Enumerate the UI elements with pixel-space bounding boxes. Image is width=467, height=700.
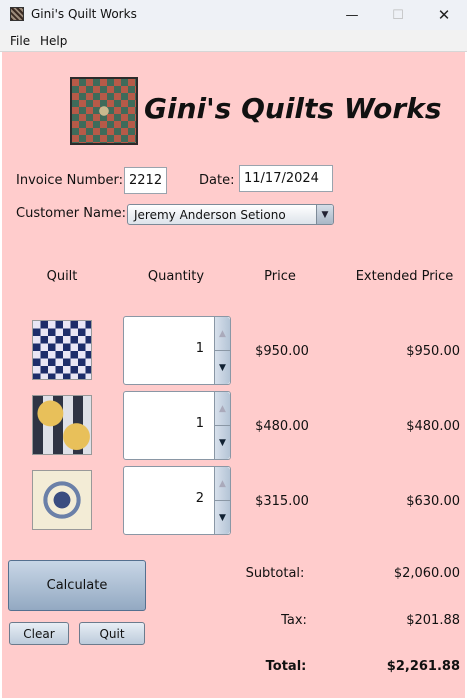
customer-name-value: Jeremy Anderson Setiono bbox=[134, 208, 286, 222]
date-field[interactable]: 11/17/2024 bbox=[239, 165, 333, 192]
spinner-up-icon[interactable]: ▲ bbox=[214, 317, 230, 351]
minimize-icon: — bbox=[345, 7, 359, 23]
column-header-extended-price: Extended Price bbox=[355, 269, 454, 284]
subtotal-value: $2,060.00 bbox=[393, 566, 460, 581]
spinner-down-icon[interactable]: ▼ bbox=[214, 350, 230, 384]
quilt-logo-image bbox=[70, 77, 138, 145]
invoice-number-field[interactable]: 2212 bbox=[124, 167, 167, 194]
total-label: Total: bbox=[265, 659, 307, 674]
column-header-quilt: Quilt bbox=[46, 269, 78, 284]
spinner-up-icon[interactable]: ▲ bbox=[214, 467, 230, 501]
spinner-down-icon[interactable]: ▼ bbox=[214, 425, 230, 459]
minimize-button[interactable]: — bbox=[329, 0, 375, 30]
brand-title: Gini's Quilts Works bbox=[144, 92, 442, 125]
spinner-up-icon[interactable]: ▲ bbox=[214, 392, 230, 426]
maximize-icon: ☐ bbox=[392, 7, 404, 23]
close-button[interactable]: ✕ bbox=[421, 0, 467, 30]
quantity-value[interactable]: 1 bbox=[196, 416, 204, 431]
extended-price-value: $630.00 bbox=[406, 494, 460, 509]
tax-value: $201.88 bbox=[406, 613, 460, 628]
window-title: Gini's Quilt Works bbox=[31, 7, 137, 21]
menu-file[interactable]: File bbox=[10, 34, 30, 48]
column-header-quantity: Quantity bbox=[147, 269, 205, 284]
quilt-app-icon bbox=[10, 7, 24, 21]
tax-label: Tax: bbox=[281, 613, 307, 628]
quantity-value[interactable]: 2 bbox=[196, 491, 204, 506]
calculate-button[interactable]: Calculate bbox=[8, 560, 146, 611]
clear-button[interactable]: Clear bbox=[9, 622, 69, 645]
customer-name-select[interactable]: Jeremy Anderson Setiono ▼ bbox=[127, 204, 334, 225]
subtotal-label: Subtotal: bbox=[245, 566, 305, 581]
chevron-down-icon[interactable]: ▼ bbox=[316, 205, 333, 224]
menu-help[interactable]: Help bbox=[40, 34, 67, 48]
invoice-number-label: Invoice Number: bbox=[16, 173, 123, 188]
quantity-spinner[interactable]: 1 ▲ ▼ bbox=[123, 391, 231, 460]
price-value: $315.00 bbox=[255, 494, 309, 509]
quilt-image bbox=[32, 395, 92, 455]
quit-button[interactable]: Quit bbox=[79, 622, 145, 645]
customer-name-label: Customer Name: bbox=[16, 206, 127, 221]
price-value: $950.00 bbox=[255, 344, 309, 359]
column-header-price: Price bbox=[264, 269, 296, 284]
menu-bar: File Help bbox=[0, 30, 467, 52]
quantity-value[interactable]: 1 bbox=[196, 341, 204, 356]
close-icon: ✕ bbox=[437, 6, 451, 24]
quilt-image bbox=[32, 320, 92, 380]
spinner-down-icon[interactable]: ▼ bbox=[214, 500, 230, 534]
quantity-spinner[interactable]: 2 ▲ ▼ bbox=[123, 466, 231, 535]
maximize-button[interactable]: ☐ bbox=[375, 0, 421, 30]
quilt-image bbox=[32, 470, 92, 530]
quantity-spinner[interactable]: 1 ▲ ▼ bbox=[123, 316, 231, 385]
title-bar: Gini's Quilt Works — ☐ ✕ bbox=[0, 0, 467, 30]
extended-price-value: $950.00 bbox=[406, 344, 460, 359]
total-value: $2,261.88 bbox=[386, 659, 460, 674]
price-value: $480.00 bbox=[255, 419, 309, 434]
extended-price-value: $480.00 bbox=[406, 419, 460, 434]
date-label: Date: bbox=[199, 173, 235, 188]
main-panel: Gini's Quilts Works Invoice Number: 2212… bbox=[2, 52, 465, 698]
